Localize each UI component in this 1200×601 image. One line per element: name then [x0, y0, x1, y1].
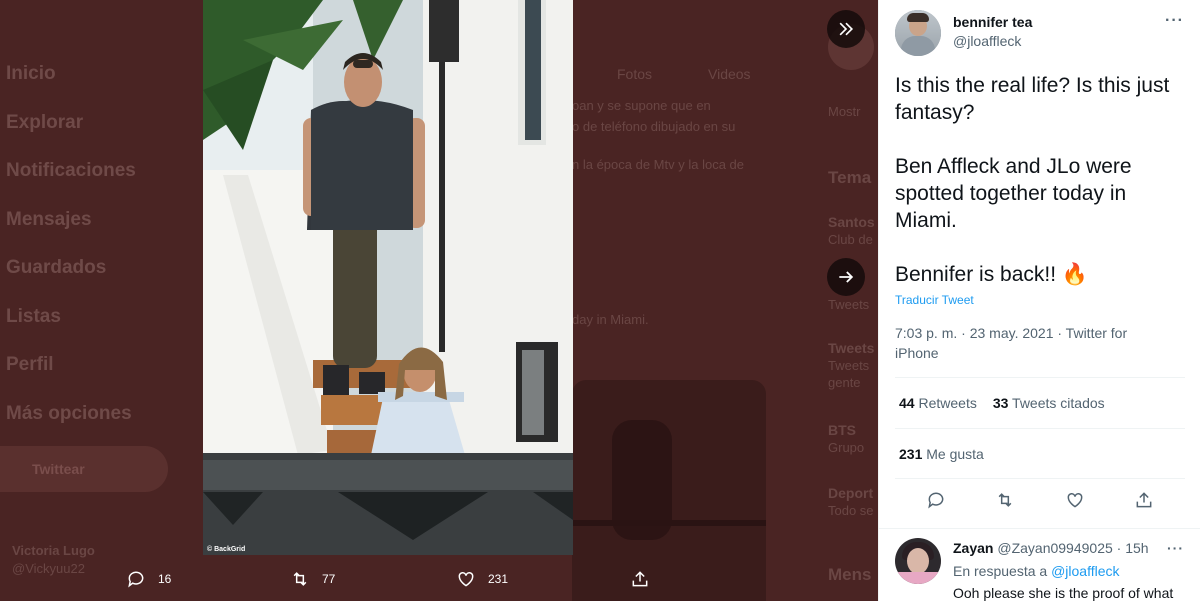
- tweet-photo[interactable]: © BackGrid: [203, 0, 573, 555]
- more-icon[interactable]: ···: [1165, 12, 1184, 30]
- divider: [895, 428, 1185, 429]
- divider: [895, 478, 1185, 479]
- reply-to-handle[interactable]: @jloaffleck: [1051, 563, 1119, 579]
- bg-right-text: Tweets Tweets gente: [828, 340, 875, 390]
- media-retweet-count: 77: [322, 572, 336, 586]
- bg-nav-profile: Perfil: [6, 354, 54, 375]
- tweet-action-bar: [879, 490, 1200, 515]
- bg-right-text: Deport Todo se: [828, 485, 874, 518]
- media-reply-button[interactable]: 16: [126, 560, 171, 598]
- background-nav: Inicio Explorar Notificaciones Mensajes …: [6, 58, 136, 446]
- bg-right-text: Tweets: [828, 297, 870, 312]
- bg-right-text: Tema: [828, 168, 872, 187]
- bg-nav-lists: Listas: [6, 305, 61, 327]
- reply-prefix: En respuesta a: [953, 563, 1048, 579]
- tweet-detail-panel: bennifer tea @jloaffleck ··· Is this the…: [878, 0, 1200, 601]
- author-name[interactable]: bennifer tea: [953, 12, 1032, 32]
- reply-author-name[interactable]: Zayan: [953, 540, 993, 556]
- media-like-count: 231: [488, 572, 509, 586]
- reply-icon: [927, 492, 944, 509]
- next-arrow-icon: [839, 271, 854, 283]
- bg-text: o de teléfono dibujado en su: [572, 119, 736, 134]
- like-icon: [1067, 492, 1083, 508]
- divider: [879, 528, 1200, 529]
- photo-credit: © BackGrid: [207, 546, 246, 553]
- tweet-author[interactable]: bennifer tea @jloaffleck: [895, 10, 1032, 56]
- bg-tweet-button: Twittear: [0, 446, 168, 492]
- bg-right-text: BTS Grupo: [828, 422, 865, 455]
- next-image-button[interactable]: [827, 258, 865, 296]
- author-handle[interactable]: @jloaffleck: [953, 32, 1032, 50]
- divider: [895, 377, 1185, 378]
- retweet-button[interactable]: [995, 490, 1015, 515]
- bg-text: n la época de Mtv y la loca de: [572, 157, 744, 172]
- likes-stat[interactable]: 231 Me gusta: [899, 446, 984, 462]
- reply-button[interactable]: [926, 490, 946, 515]
- tweet-timestamp[interactable]: 7:03 p. m. · 23 may. 2021 · Twitter for …: [895, 323, 1165, 363]
- reply-header: Zayan @Zayan09949025 · 15h: [953, 540, 1149, 556]
- like-button[interactable]: [1065, 490, 1085, 515]
- avatar[interactable]: [895, 538, 941, 584]
- reply-time[interactable]: · 15h: [1117, 540, 1149, 556]
- photo-illustration: [203, 0, 573, 555]
- share-button[interactable]: [1134, 490, 1154, 515]
- collapse-panel-button[interactable]: [827, 10, 865, 48]
- bg-text: oan y se supone que en: [572, 98, 711, 113]
- bg-nav-explore: Explorar: [6, 111, 84, 133]
- reply-text: Ooh please she is the proof of what: [953, 585, 1174, 601]
- media-retweet-button[interactable]: 77: [290, 560, 335, 598]
- translate-link[interactable]: Traducir Tweet: [895, 293, 974, 307]
- bg-nav-bookmarks: Guardados: [6, 257, 107, 278]
- collapse-panel-icon: [839, 22, 854, 36]
- share-icon: [1136, 492, 1152, 508]
- bg-tab-videos: Videos: [708, 66, 751, 82]
- reply-icon: [128, 571, 144, 588]
- retweet-icon: [293, 572, 307, 586]
- media-action-bar: 16 77 231: [0, 560, 878, 598]
- bg-user-name: Victoria Lugo: [12, 543, 95, 558]
- retweets-stat[interactable]: 44 Retweets: [899, 395, 977, 411]
- bg-right-text: Mostr: [828, 104, 861, 119]
- more-icon[interactable]: ···: [1167, 540, 1184, 556]
- retweet-icon: [998, 493, 1012, 507]
- bg-nav-notifications: Notificaciones: [6, 160, 136, 181]
- bg-nav-messages: Mensajes: [6, 208, 92, 230]
- bg-nav-home: Inicio: [6, 63, 56, 84]
- media-reply-count: 16: [158, 572, 172, 586]
- quotes-stat[interactable]: 33 Tweets citados: [993, 395, 1105, 411]
- reply-author-handle[interactable]: @Zayan09949025: [997, 540, 1112, 556]
- media-share-button[interactable]: [630, 560, 650, 598]
- tweet-stats: 44 Retweets 33 Tweets citados: [899, 395, 1105, 411]
- bg-nav-more: Más opciones: [6, 402, 132, 424]
- avatar[interactable]: [895, 10, 941, 56]
- reply-in-response: En respuesta a @jloaffleck: [953, 563, 1120, 579]
- like-icon: [458, 571, 474, 587]
- bg-right-text: Santos Club de: [828, 214, 875, 247]
- tweet-text: Is this the real life? Is this just fant…: [895, 74, 1170, 286]
- share-icon: [632, 571, 648, 587]
- bg-tab-photos: Fotos: [617, 66, 653, 82]
- bg-text: day in Miami.: [572, 312, 649, 327]
- media-like-button[interactable]: 231: [456, 560, 508, 598]
